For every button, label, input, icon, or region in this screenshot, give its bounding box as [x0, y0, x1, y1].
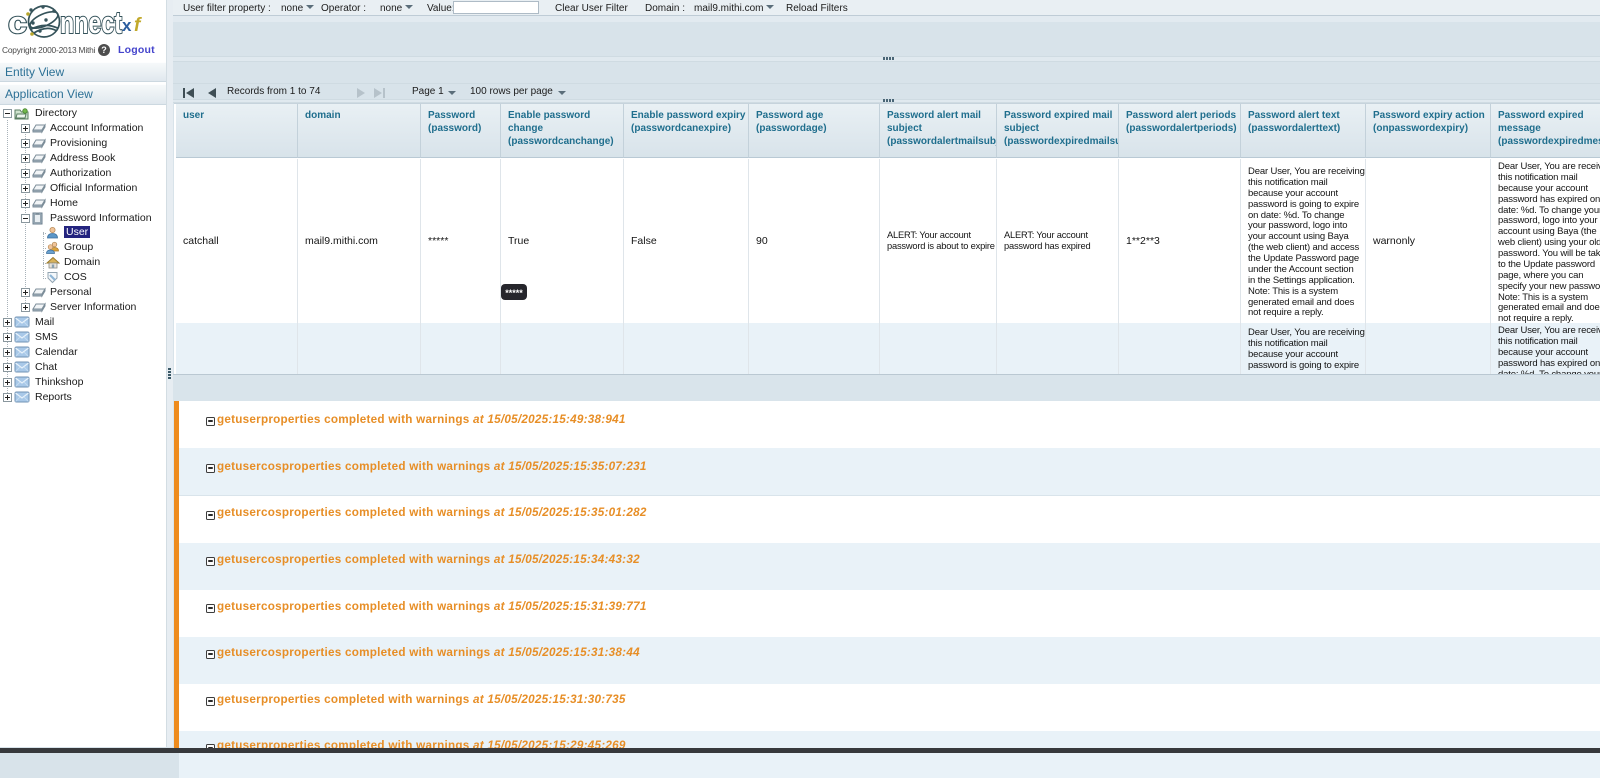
svg-text:x: x [122, 16, 132, 35]
svg-text:c: c [8, 5, 27, 40]
svg-text:f: f [134, 15, 142, 36]
svg-text:nnect: nnect [60, 5, 122, 40]
